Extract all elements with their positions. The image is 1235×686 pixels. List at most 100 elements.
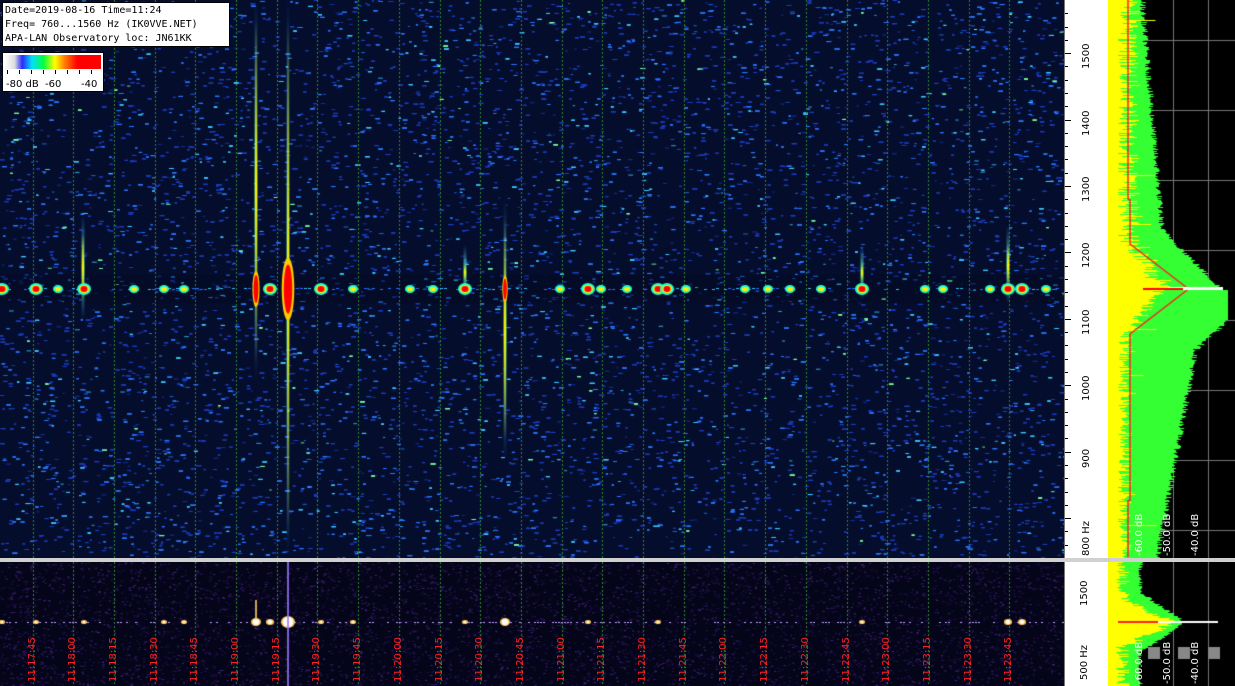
waterfall-spectrogram[interactable] (0, 0, 1064, 558)
legend-tick (67, 70, 68, 74)
db-label: -50.0 dB (1162, 513, 1173, 556)
freq-axis-tick (1065, 385, 1071, 387)
legend-label-min: -80 dB (6, 79, 39, 90)
info-box: Date=2019-08-16 Time=11:24 Freq= 760...1… (2, 2, 230, 47)
freq-axis-label-1200: 1200 (1081, 242, 1092, 269)
freq-axis-minor-tick (1065, 438, 1068, 440)
freq-axis-label-800: 800 Hz (1081, 521, 1092, 557)
time-axis-label: 11:22:15 (759, 637, 770, 682)
legend-tick (43, 70, 44, 74)
freq-axis-tick (1065, 252, 1071, 254)
frequency-range-text: Freq= 760...1560 Hz (IK0VVE.NET) (5, 19, 198, 30)
spectrogram-window: Date=2019-08-16 Time=11:24 Freq= 760...1… (0, 0, 1235, 686)
time-axis-label: 11:18:30 (149, 637, 160, 682)
freq-axis-minor-tick (1065, 332, 1068, 334)
time-axis-label: 11:18:00 (67, 637, 78, 682)
color-scale-bar (5, 55, 101, 69)
color-scale-legend: -80 dB -60 -40 (2, 52, 104, 92)
time-axis-label: 11:22:00 (718, 637, 729, 682)
freq-axis-minor-tick (1065, 292, 1068, 294)
freq-axis-minor-tick (1065, 26, 1068, 28)
freq-axis-label-1400: 1400 (1081, 110, 1092, 136)
freq-axis-minor-tick (1065, 146, 1068, 148)
waterfall-canvas (0, 0, 1064, 558)
freq-axis-tick (1065, 53, 1071, 55)
freq-axis-minor-tick (1065, 132, 1068, 134)
legend-tick (103, 70, 104, 74)
freq-axis-minor-tick (1065, 93, 1068, 94)
freq-axis-minor-tick (1065, 398, 1068, 400)
freq-axis-minor-tick (1065, 544, 1068, 546)
freq-axis-minor-tick (1065, 425, 1068, 427)
time-axis-label: 11:19:00 (230, 637, 241, 682)
time-axis-label: 11:23:30 (963, 637, 974, 682)
time-axis-label: 11:20:15 (434, 637, 445, 682)
time-axis-label: 11:17:45 (27, 637, 38, 682)
time-axis-label: 11:22:45 (841, 637, 852, 682)
freq-axis-tick (1065, 451, 1071, 453)
observatory-text: APA-LAN Observatory loc: JN61KK (5, 33, 192, 44)
freq-axis-minor-tick (1065, 305, 1068, 307)
date-time-text: Date=2019-08-16 Time=11:24 (5, 5, 162, 16)
time-axis-label: 11:18:45 (189, 637, 200, 682)
overview-db-label: -50.0 dB (1162, 641, 1173, 684)
freq-axis-minor-tick (1065, 531, 1068, 533)
overview-db-label: -60.0 dB (1134, 641, 1145, 684)
db-label: -40.0 dB (1190, 513, 1201, 556)
freq-axis-label-1500: 1500 (1081, 43, 1092, 70)
freq-axis-minor-tick (1065, 345, 1068, 347)
time-axis-label: 11:19:30 (311, 637, 322, 682)
spectrum-panel: -60.0 dB -50.0 dB -40.0 dB (1108, 0, 1235, 558)
time-axis-label: 11:20:00 (393, 637, 404, 682)
freq-axis-tick (1065, 119, 1071, 121)
freq-axis-label-1000: 1000 (1081, 375, 1092, 402)
freq-axis-minor-tick (1065, 239, 1068, 241)
freq-axis-tick (1065, 518, 1071, 520)
db-label: -60.0 dB (1134, 513, 1145, 556)
overview-db-label: -40.0 dB (1190, 641, 1201, 684)
freq-axis-minor-tick (1065, 358, 1068, 360)
freq-axis-minor-tick (1065, 159, 1068, 161)
freq-axis-minor-tick (1065, 66, 1068, 68)
freq-axis-minor-tick (1065, 172, 1068, 174)
freq-axis-minor-tick (1065, 478, 1068, 480)
time-axis-label: 11:21:30 (637, 637, 648, 682)
freq-axis-tick (1065, 186, 1071, 187)
freq-axis-label-900: 900 (1081, 448, 1092, 468)
overview-spectrum-panel: -60.0 dB -50.0 dB -40.0 dB (1108, 562, 1235, 686)
freq-axis-tick (1065, 318, 1071, 320)
time-axis-label: 11:19:15 (271, 637, 282, 682)
time-axis-label: 11:23:00 (881, 637, 892, 682)
freq-axis-minor-tick (1065, 491, 1068, 493)
legend-label-mid: -60 (45, 79, 62, 90)
time-axis-label: 11:20:30 (474, 637, 485, 682)
freq-axis-minor-tick (1065, 465, 1068, 466)
freq-axis-minor-tick (1065, 372, 1068, 373)
freq-axis-minor-tick (1065, 265, 1068, 267)
time-axis-label: 11:21:00 (556, 637, 567, 682)
freq-axis-label-1300: 1300 (1081, 176, 1092, 202)
time-axis-label: 11:20:45 (515, 637, 526, 682)
time-axis-label: 11:21:45 (678, 637, 689, 682)
freq-axis-minor-tick (1065, 39, 1068, 41)
freq-axis-minor-tick (1065, 212, 1068, 214)
overview-axis-label-500: 500 Hz (1079, 644, 1090, 680)
legend-tick (55, 70, 56, 74)
time-axis-label: 11:19:45 (352, 637, 363, 682)
spectrum-canvas (1108, 0, 1235, 558)
time-axis-label: 11:21:15 (596, 637, 607, 682)
legend-tick (19, 70, 20, 74)
overview-frequency-axis: 1500 500 Hz (1064, 562, 1109, 686)
freq-axis-minor-tick (1065, 13, 1068, 15)
freq-axis-minor-tick (1065, 79, 1068, 81)
legend-tick (79, 70, 80, 74)
time-axis-label: 11:23:45 (1003, 637, 1014, 682)
legend-label-max: -40 (81, 79, 98, 90)
freq-axis-minor-tick (1065, 225, 1068, 227)
freq-axis-minor-tick (1065, 504, 1068, 506)
freq-axis-minor-tick (1065, 279, 1068, 280)
overview-axis-label-1500: 1500 (1079, 580, 1090, 606)
time-axis-label: 11:22:30 (800, 637, 811, 682)
freq-axis-label-1100: 1100 (1081, 309, 1092, 335)
legend-tick (7, 70, 8, 74)
